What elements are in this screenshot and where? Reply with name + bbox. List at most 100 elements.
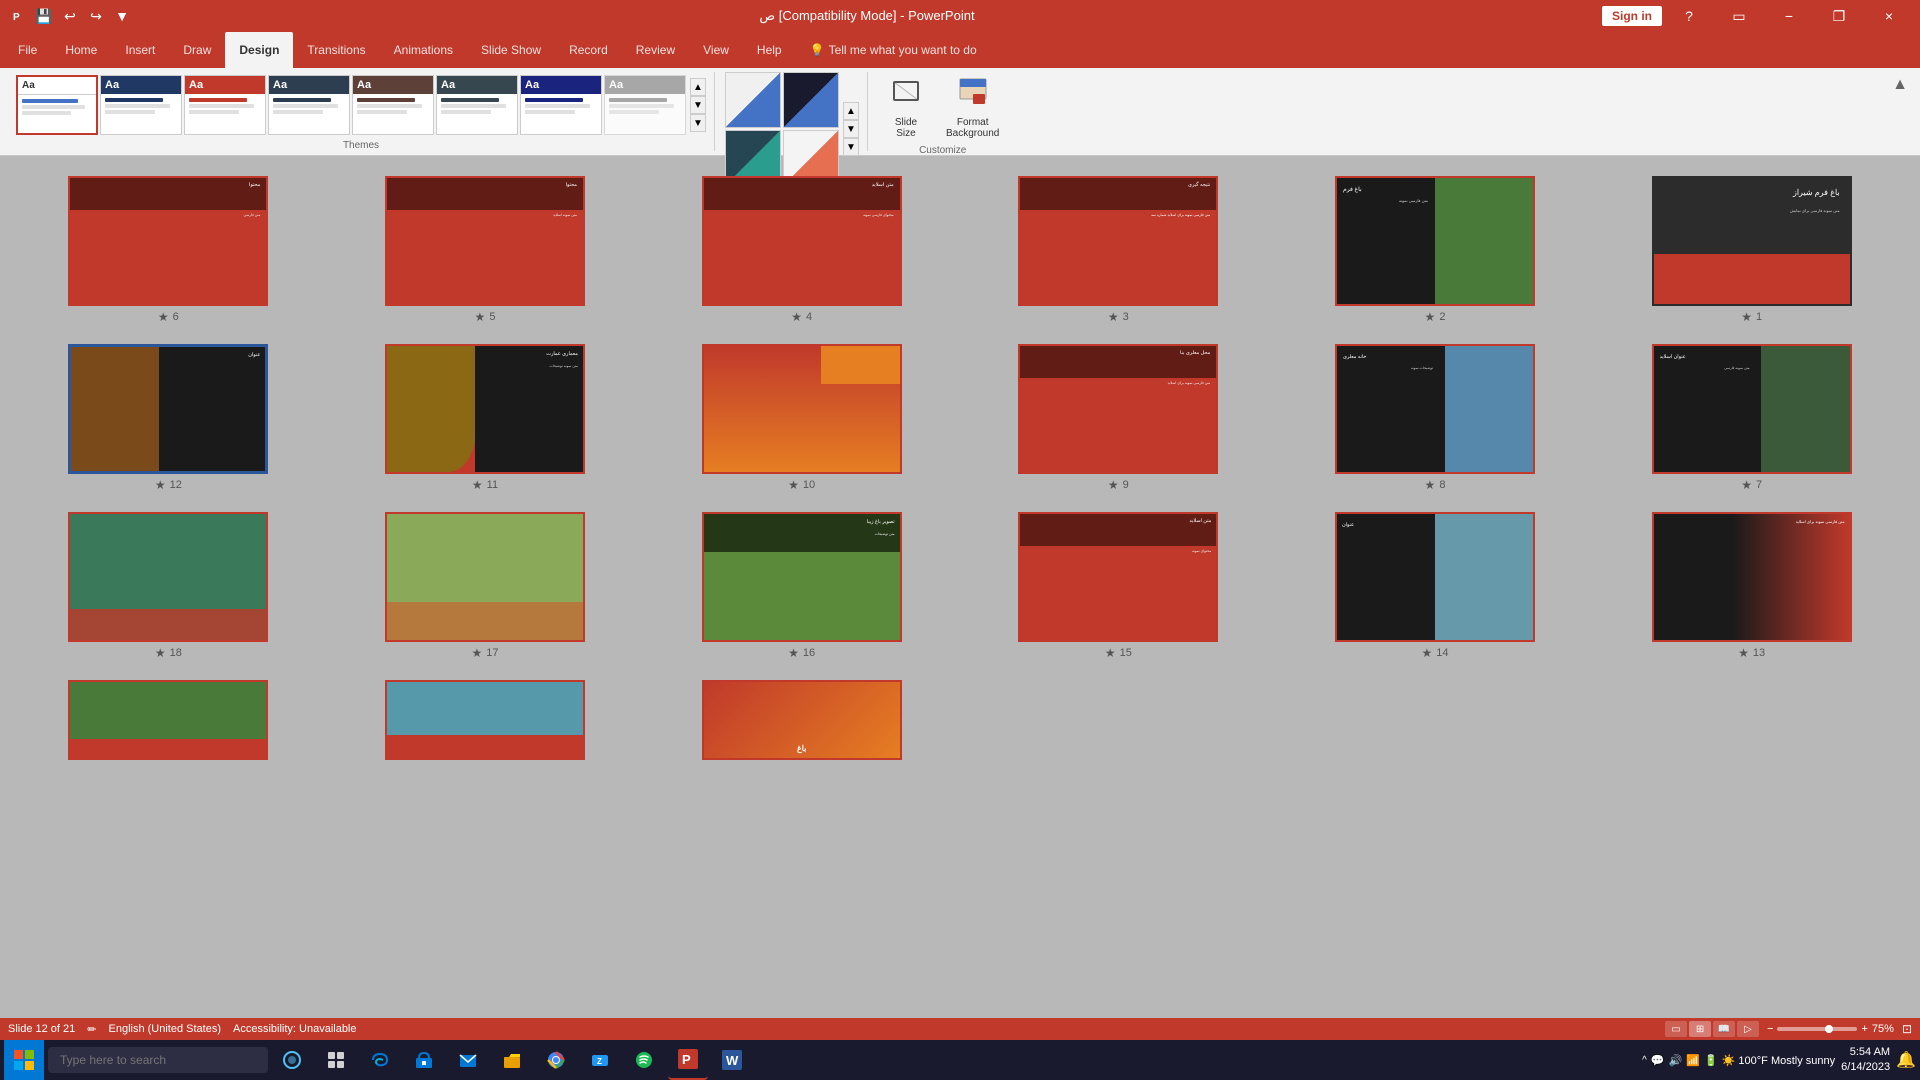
slide-thumb-16[interactable]: تصویر باغ زیبا متن توضیحات <box>702 512 902 642</box>
zoom-in-icon[interactable]: + <box>1861 1023 1867 1035</box>
taskbar-icon-explorer[interactable] <box>492 1040 532 1080</box>
tray-chat-icon[interactable]: 💬 <box>1651 1054 1665 1067</box>
sign-in-button[interactable]: Sign in <box>1602 6 1662 26</box>
slide-thumb-15[interactable]: متن اسلاید محتوای نمونه <box>1018 512 1218 642</box>
taskbar-icon-mail[interactable] <box>448 1040 488 1080</box>
slide-wrapper-1[interactable]: باغ فرم شیراز متن نمونه فارسی برای نمایش… <box>1603 176 1900 324</box>
variant-2[interactable] <box>783 72 839 128</box>
slide-thumb-20[interactable] <box>385 680 585 760</box>
slide-wrapper-16[interactable]: تصویر باغ زیبا متن توضیحات ★ 16 <box>653 512 950 660</box>
theme-item-4[interactable]: Aa <box>268 75 350 135</box>
slide-wrapper-3[interactable]: نتیجه گیری متن فارسی نمونه برای اسلاید ش… <box>970 176 1267 324</box>
reading-view-button[interactable]: 📖 <box>1713 1021 1735 1037</box>
tab-animations[interactable]: Animations <box>380 32 467 68</box>
tab-review[interactable]: Review <box>622 32 689 68</box>
slide-wrapper-19[interactable]: باغ ★ 19 <box>653 680 950 777</box>
theme-item-3[interactable]: Aa <box>184 75 266 135</box>
slide-wrapper-15[interactable]: متن اسلاید محتوای نمونه ★ 15 <box>970 512 1267 660</box>
zoom-level[interactable]: 75% <box>1872 1023 1894 1035</box>
tab-slideshow[interactable]: Slide Show <box>467 32 555 68</box>
close-button[interactable]: × <box>1866 0 1912 32</box>
slide-wrapper-14[interactable]: عنوان ★ 14 <box>1287 512 1584 660</box>
tab-transitions[interactable]: Transitions <box>293 32 379 68</box>
taskbar-search-input[interactable] <box>48 1047 268 1073</box>
zoom-out-icon[interactable]: − <box>1767 1023 1773 1035</box>
zoom-control[interactable]: − + 75% <box>1767 1023 1894 1035</box>
taskbar-icon-word[interactable]: W <box>712 1040 752 1080</box>
theme-item-6[interactable]: Aa <box>436 75 518 135</box>
slide-edit-icon[interactable]: ✏ <box>87 1023 96 1036</box>
slide-wrapper-18[interactable]: ★ 18 <box>20 512 317 660</box>
slide-wrapper-6[interactable]: محتوا متن فارسی ★ 6 <box>20 176 317 324</box>
tab-insert[interactable]: Insert <box>111 32 169 68</box>
slide-sorter-button[interactable]: ⊞ <box>1689 1021 1711 1037</box>
zoom-slider[interactable] <box>1777 1027 1857 1031</box>
slide-thumb-2[interactable]: باغ فرم متن فارسی نمونه <box>1335 176 1535 306</box>
slide-thumb-11[interactable]: معماری عمارت متن نمونه توضیحات <box>385 344 585 474</box>
slide-wrapper-5[interactable]: محتوا متن نمونه اسلاید ★ 5 <box>337 176 634 324</box>
tab-tell-me[interactable]: 💡 Tell me what you want to do <box>796 32 991 68</box>
clock[interactable]: 5:54 AM 6/14/2023 <box>1841 1045 1890 1076</box>
themes-scroll[interactable]: ▲ ▼ ▼ <box>690 78 706 132</box>
slide-wrapper-12[interactable]: عنوان ★ 12 <box>20 344 317 492</box>
accessibility-status[interactable]: Accessibility: Unavailable <box>233 1023 357 1035</box>
slide-thumb-8[interactable]: خانه معلری توضیحات نمونه <box>1335 344 1535 474</box>
slide-thumb-10[interactable] <box>702 344 902 474</box>
undo-icon[interactable]: ↩ <box>60 6 80 26</box>
theme-item-7[interactable]: Aa <box>520 75 602 135</box>
taskbar-icon-chrome[interactable] <box>536 1040 576 1080</box>
taskbar-icon-zoom[interactable]: Z <box>580 1040 620 1080</box>
slide-thumb-5[interactable]: محتوا متن نمونه اسلاید <box>385 176 585 306</box>
slide-thumb-14[interactable]: عنوان <box>1335 512 1535 642</box>
slide-wrapper-17[interactable]: ★ 17 <box>337 512 634 660</box>
themes-scroll-up[interactable]: ▲ <box>690 78 706 96</box>
tray-volume-icon[interactable]: 🔊 <box>1669 1054 1683 1067</box>
taskbar-icon-spotify[interactable] <box>624 1040 664 1080</box>
tray-battery-icon[interactable]: 🔋 <box>1704 1054 1718 1067</box>
taskbar-icon-edge[interactable] <box>360 1040 400 1080</box>
save-icon[interactable]: 💾 <box>34 6 54 26</box>
slide-wrapper-9[interactable]: محل معلری بنا متن فارسی نمونه برای اسلای… <box>970 344 1267 492</box>
slide-wrapper-11[interactable]: معماری عمارت متن نمونه توضیحات ★ 11 <box>337 344 634 492</box>
slide-thumb-13[interactable]: متن فارسی نمونه برای اسلاید <box>1652 512 1852 642</box>
slide-wrapper-13[interactable]: متن فارسی نمونه برای اسلاید ★ 13 <box>1603 512 1900 660</box>
normal-view-button[interactable]: ▭ <box>1665 1021 1687 1037</box>
ribbon-toggle-icon[interactable]: ▭ <box>1716 0 1762 32</box>
slide-thumb-4[interactable]: متن اسلاید محتوای فارسی نمونه <box>702 176 902 306</box>
start-button[interactable] <box>4 1040 44 1080</box>
slide-thumb-17[interactable] <box>385 512 585 642</box>
presentation-button[interactable]: ▷ <box>1737 1021 1759 1037</box>
slide-wrapper-21[interactable]: ★ 21 <box>20 680 317 777</box>
taskbar-icon-taskview[interactable] <box>316 1040 356 1080</box>
slide-thumb-1[interactable]: باغ فرم شیراز متن نمونه فارسی برای نمایش <box>1652 176 1852 306</box>
format-background-button[interactable]: FormatBackground <box>938 72 1007 143</box>
slide-thumb-19[interactable]: باغ <box>702 680 902 760</box>
slide-wrapper-4[interactable]: متن اسلاید محتوای فارسی نمونه ★ 4 <box>653 176 950 324</box>
taskbar-icon-powerpoint[interactable]: P <box>668 1040 708 1080</box>
slide-thumb-7[interactable]: عنوان اسلاید متن نمونه فارسی <box>1652 344 1852 474</box>
theme-item-2[interactable]: Aa <box>100 75 182 135</box>
tab-home[interactable]: Home <box>51 32 111 68</box>
themes-scroll-more[interactable]: ▼ <box>690 114 706 132</box>
variants-scroll-down[interactable]: ▼ <box>843 120 859 138</box>
taskbar-icon-cortana[interactable] <box>272 1040 312 1080</box>
theme-item-5[interactable]: Aa <box>352 75 434 135</box>
slide-thumb-3[interactable]: نتیجه گیری متن فارسی نمونه برای اسلاید ش… <box>1018 176 1218 306</box>
tab-record[interactable]: Record <box>555 32 622 68</box>
tab-view[interactable]: View <box>689 32 743 68</box>
slide-wrapper-10[interactable]: ★ 10 <box>653 344 950 492</box>
theme-item-1[interactable]: Aa <box>16 75 98 135</box>
tab-draw[interactable]: Draw <box>169 32 225 68</box>
tray-chevron[interactable]: ^ <box>1642 1055 1647 1066</box>
slide-thumb-18[interactable] <box>68 512 268 642</box>
tab-file[interactable]: File <box>4 32 51 68</box>
restore-button[interactable]: ❐ <box>1816 0 1862 32</box>
slide-size-button[interactable]: SlideSize <box>878 72 934 143</box>
fit-slide-button[interactable]: ⊡ <box>1902 1022 1912 1036</box>
tab-help[interactable]: Help <box>743 32 796 68</box>
slide-thumb-21[interactable] <box>68 680 268 760</box>
taskbar-icon-store[interactable] <box>404 1040 444 1080</box>
variants-scroll-up[interactable]: ▲ <box>843 102 859 120</box>
slide-sorter-area[interactable]: باغ فرم شیراز متن نمونه فارسی برای نمایش… <box>0 156 1920 1018</box>
ribbon-collapse-button[interactable]: ▲ <box>1892 76 1908 94</box>
